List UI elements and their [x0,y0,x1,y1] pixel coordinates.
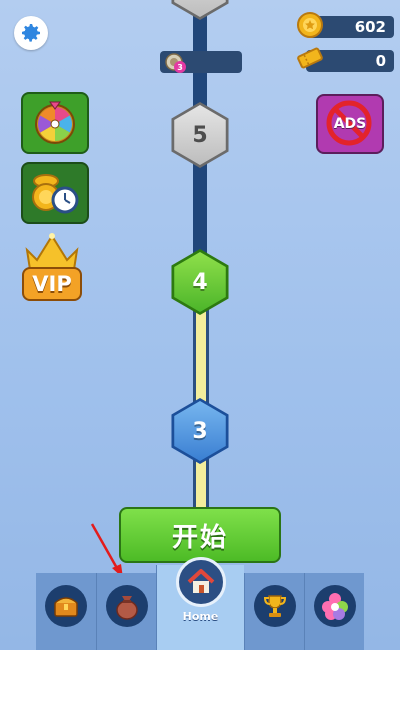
level-5-node[interactable]: 5 [171,102,229,168]
ticket-count: 0 [375,52,386,70]
tab-shop-bag[interactable] [96,573,156,650]
vip-button[interactable]: VIP [21,228,85,304]
settings-button[interactable] [14,16,48,50]
level-progress-bar: 3 [160,51,242,73]
ticket-counter[interactable]: 0 [297,47,394,72]
lucky-wheel-button[interactable] [21,92,89,154]
money-bag-icon [105,585,148,627]
level-6-node[interactable] [171,0,229,20]
bottom-navigation: Home [36,557,364,650]
no-ads-button[interactable]: ADS [316,94,384,154]
coin-counter[interactable]: 602 [297,12,394,38]
tab-home[interactable]: Home [156,557,244,650]
treasure-chest-icon [45,585,87,627]
trophy-icon [253,585,296,627]
ticket-icon [297,47,323,69]
level-3-label: 3 [192,418,208,444]
coins-clock-icon [32,174,79,214]
tab-leaderboard[interactable] [244,573,304,650]
no-ads-label: ADS [333,116,367,132]
coin-icon [297,12,323,38]
prize-wheel-icon [35,101,75,144]
start-button[interactable]: 开始 [119,507,281,563]
timed-coin-bonus-button[interactable] [21,162,89,224]
coin-count: 602 [354,18,386,36]
progress-badge: 3 [174,61,186,73]
level-4-node[interactable]: 4 [171,249,229,315]
tab-treasure[interactable] [36,573,96,650]
game-screen: 3 5 4 3 602 0 VIP ADS 开始 Home [0,0,400,650]
level-3-node[interactable]: 3 [171,398,229,464]
tab-home-label: Home [182,610,219,623]
gear-icon [22,24,40,42]
level-5-label: 5 [192,122,208,148]
start-button-label: 开始 [171,522,228,553]
tab-collection[interactable] [304,573,364,650]
vip-label: VIP [32,272,72,296]
house-icon [175,557,226,607]
flower-star-icon [313,585,356,627]
level-4-label: 4 [192,269,208,295]
